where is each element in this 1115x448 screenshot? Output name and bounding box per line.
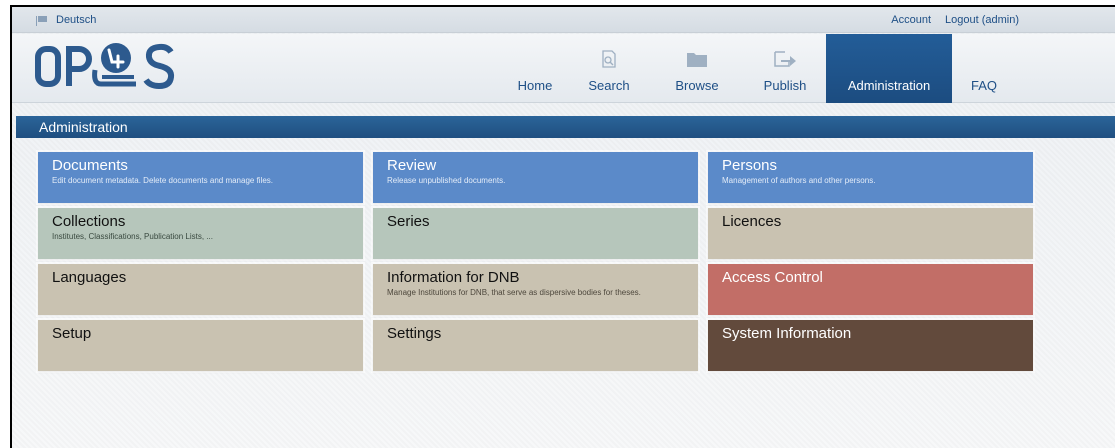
opus-logo[interactable] xyxy=(35,40,235,98)
tile-title: System Information xyxy=(722,325,852,342)
tile-system-information[interactable]: System Information xyxy=(708,320,1033,371)
tile-title: Review xyxy=(387,157,437,174)
tile-licences[interactable]: Licences xyxy=(708,208,1033,259)
tile-title: Series xyxy=(387,213,430,230)
flag-icon xyxy=(36,15,48,26)
tile-description: Institutes, Classifications, Publication… xyxy=(52,232,213,241)
nav-home-label: Home xyxy=(517,78,553,93)
tile-title: Documents xyxy=(52,157,128,174)
main-nav: Home Search Browse Publish Administratio… xyxy=(502,34,1016,103)
folder-icon xyxy=(687,53,707,67)
tile-description: Management of authors and other persons. xyxy=(722,176,876,185)
nav-browse[interactable]: Browse xyxy=(650,34,744,103)
tile-series[interactable]: Series xyxy=(373,208,698,259)
tile-title: Licences xyxy=(722,213,782,230)
tile-documents[interactable]: Documents Edit document metadata. Delete… xyxy=(38,152,363,203)
nav-publish[interactable]: Publish xyxy=(744,34,826,103)
publish-icon xyxy=(774,51,796,67)
tile-title: Information for DNB xyxy=(387,269,520,286)
tile-setup[interactable]: Setup xyxy=(38,320,363,371)
tile-description: Edit document metadata. Delete documents… xyxy=(52,176,274,185)
section-title-bar: Administration xyxy=(16,116,1115,138)
nav-administration-label: Administration xyxy=(847,78,931,93)
nav-home[interactable]: Home xyxy=(502,34,568,103)
tile-title: Access Control xyxy=(722,269,823,286)
nav-faq-label: FAQ xyxy=(970,78,997,93)
nav-faq[interactable]: FAQ xyxy=(952,34,1016,103)
nav-search-label: Search xyxy=(588,78,630,93)
tile-description: Manage Institutions for DNB, that serve … xyxy=(387,288,641,297)
account-link[interactable]: Account xyxy=(891,14,931,26)
app-frame: Deutsch Account Logout (admin) Home Sear… xyxy=(10,5,1115,448)
tile-settings[interactable]: Settings xyxy=(373,320,698,371)
tile-title: Persons xyxy=(722,157,778,174)
tile-languages[interactable]: Languages xyxy=(38,264,363,315)
tile-title: Languages xyxy=(52,269,127,286)
tile-title: Setup xyxy=(52,325,92,342)
language-label[interactable]: Deutsch xyxy=(56,14,96,26)
tile-collections[interactable]: Collections Institutes, Classifications,… xyxy=(38,208,363,259)
tile-title: Settings xyxy=(387,325,442,342)
logout-link[interactable]: Logout (admin) xyxy=(945,14,1019,26)
nav-publish-label: Publish xyxy=(763,78,807,93)
page-title: Administration xyxy=(39,119,128,135)
nav-browse-label: Browse xyxy=(675,78,719,93)
tile-description: Release unpublished documents. xyxy=(387,176,506,185)
top-utility-bar: Deutsch Account Logout (admin) xyxy=(12,7,1115,33)
site-header: Home Search Browse Publish Administratio… xyxy=(12,34,1115,103)
admin-tiles-grid: Documents Edit document metadata. Delete… xyxy=(38,152,1036,371)
tile-access-control[interactable]: Access Control xyxy=(708,264,1033,315)
nav-search[interactable]: Search xyxy=(568,34,650,103)
search-icon xyxy=(602,50,616,68)
tile-persons[interactable]: Persons Management of authors and other … xyxy=(708,152,1033,203)
tile-review[interactable]: Review Release unpublished documents. xyxy=(373,152,698,203)
nav-administration[interactable]: Administration xyxy=(826,34,952,103)
tile-title: Collections xyxy=(52,213,126,230)
language-switch[interactable]: Deutsch xyxy=(36,14,96,26)
tile-information-for-dnb[interactable]: Information for DNB Manage Institutions … xyxy=(373,264,698,315)
account-links: Account Logout (admin) xyxy=(891,14,1019,26)
